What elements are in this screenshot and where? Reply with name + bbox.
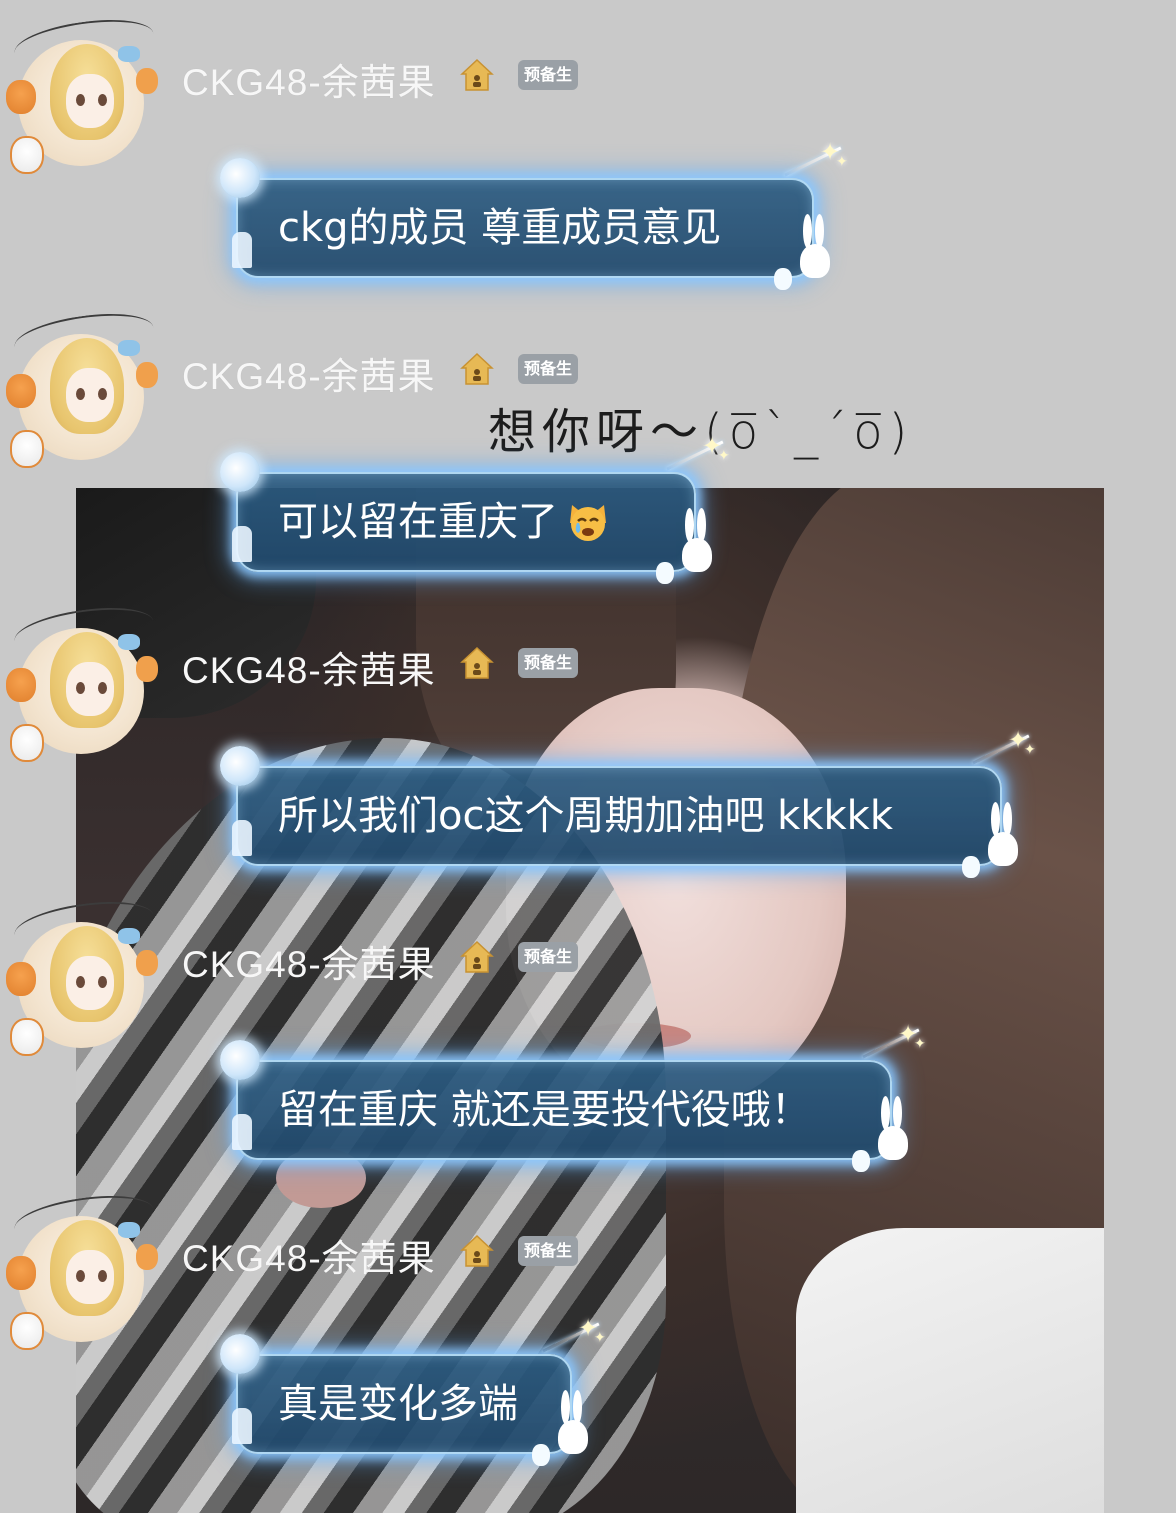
orange-cat-icon xyxy=(6,962,36,996)
message-text: 留在重庆 就还是要投代役哦！ xyxy=(278,1087,811,1133)
bow-icon xyxy=(118,634,140,650)
house-deco-icon xyxy=(232,820,252,856)
avatar-eye xyxy=(98,94,107,106)
message-text: 所以我们oc这个周期加油吧 kkkkk xyxy=(278,793,893,839)
sender-name[interactable]: CKG48-余茜果 xyxy=(182,934,436,988)
message-bubble[interactable]: 可以留在重庆了 ✦ ✦ xyxy=(220,432,730,584)
orange-cat-icon xyxy=(136,950,158,976)
avatar-eye xyxy=(98,682,107,694)
message-bubble[interactable]: 留在重庆 就还是要投代役哦！ ✦ ✦ xyxy=(220,1020,926,1172)
house-icon xyxy=(460,352,494,385)
member-badge: 预备生 xyxy=(518,1236,579,1266)
house-icon xyxy=(460,58,494,91)
message-text-content: 可以留在重庆了 xyxy=(278,499,558,545)
bow-icon xyxy=(118,46,140,62)
house-deco-icon xyxy=(232,1114,252,1150)
cat-deco-icon xyxy=(774,268,792,290)
avatar[interactable] xyxy=(6,894,158,1056)
bow-icon xyxy=(118,340,140,356)
orange-cat-icon xyxy=(136,656,158,682)
sender-name[interactable]: CKG48-余茜果 xyxy=(182,1228,436,1282)
moon-icon xyxy=(220,158,260,198)
message-bubble[interactable]: 所以我们oc这个周期加油吧 kkkkk ✦ ✦ xyxy=(220,726,1036,878)
avatar[interactable] xyxy=(6,306,158,468)
moon-icon xyxy=(220,452,260,492)
member-badge: 预备生 xyxy=(518,354,579,384)
message-text: 真是变化多端 xyxy=(278,1381,518,1427)
avatar-eye xyxy=(76,388,85,400)
message-bubble[interactable]: 真是变化多端 ✦ ✦ xyxy=(220,1314,606,1466)
sender-name[interactable]: CKG48-余茜果 xyxy=(182,346,436,400)
orange-cat-icon xyxy=(6,1256,36,1290)
rabbit-icon xyxy=(798,212,830,278)
avatar-eye xyxy=(76,1270,85,1282)
moon-icon xyxy=(220,1334,260,1374)
sparkle-icon: ✦ ✦ xyxy=(664,432,734,476)
cat-deco-icon xyxy=(656,562,674,584)
sparkle-icon: ✦ ✦ xyxy=(540,1314,610,1358)
white-cat-icon xyxy=(10,430,44,468)
orange-cat-icon xyxy=(136,362,158,388)
white-cat-icon xyxy=(10,1018,44,1056)
orange-cat-icon xyxy=(6,668,36,702)
cat-deco-icon xyxy=(852,1150,870,1172)
orange-cat-icon xyxy=(136,1244,158,1270)
avatar[interactable] xyxy=(6,1188,158,1350)
crying-cat-face-icon xyxy=(570,505,606,541)
member-badge: 预备生 xyxy=(518,942,579,972)
member-badge: 预备生 xyxy=(518,648,579,678)
avatar[interactable] xyxy=(6,12,158,174)
rabbit-icon xyxy=(680,506,712,572)
orange-cat-icon xyxy=(6,80,36,114)
avatar-eye xyxy=(98,976,107,988)
message-text: ckg的成员 尊重成员意见 xyxy=(278,205,722,251)
sparkle-icon: ✦ ✦ xyxy=(860,1020,930,1064)
sparkle-icon: ✦ ✦ xyxy=(970,726,1040,770)
moon-icon xyxy=(220,746,260,786)
cat-deco-icon xyxy=(962,856,980,878)
house-icon xyxy=(460,646,494,679)
house-deco-icon xyxy=(232,232,252,268)
rabbit-icon xyxy=(876,1094,908,1160)
message-bubble[interactable]: ckg的成员 尊重成员意见 ✦ ✦ xyxy=(220,138,848,290)
cat-deco-icon xyxy=(532,1444,550,1466)
house-icon xyxy=(460,1234,494,1267)
sparkle-icon: ✦ ✦ xyxy=(782,138,852,182)
moon-icon xyxy=(220,1040,260,1080)
avatar-eye xyxy=(76,94,85,106)
sender-name[interactable]: CKG48-余茜果 xyxy=(182,52,436,106)
orange-cat-icon xyxy=(6,374,36,408)
rabbit-icon xyxy=(986,800,1018,866)
white-cat-icon xyxy=(10,724,44,762)
member-badge: 预备生 xyxy=(518,60,579,90)
orange-cat-icon xyxy=(136,68,158,94)
bow-icon xyxy=(118,928,140,944)
photo-shirt xyxy=(796,1228,1104,1513)
message-text: 可以留在重庆了 xyxy=(278,474,610,570)
avatar-eye xyxy=(76,976,85,988)
bow-icon xyxy=(118,1222,140,1238)
house-deco-icon xyxy=(232,1408,252,1444)
sender-name[interactable]: CKG48-余茜果 xyxy=(182,640,436,694)
avatar[interactable] xyxy=(6,600,158,762)
avatar-eye xyxy=(98,1270,107,1282)
avatar-eye xyxy=(98,388,107,400)
house-deco-icon xyxy=(232,526,252,562)
avatar-eye xyxy=(76,682,85,694)
rabbit-icon xyxy=(556,1388,588,1454)
house-icon xyxy=(460,940,494,973)
white-cat-icon xyxy=(10,1312,44,1350)
white-cat-icon xyxy=(10,136,44,174)
